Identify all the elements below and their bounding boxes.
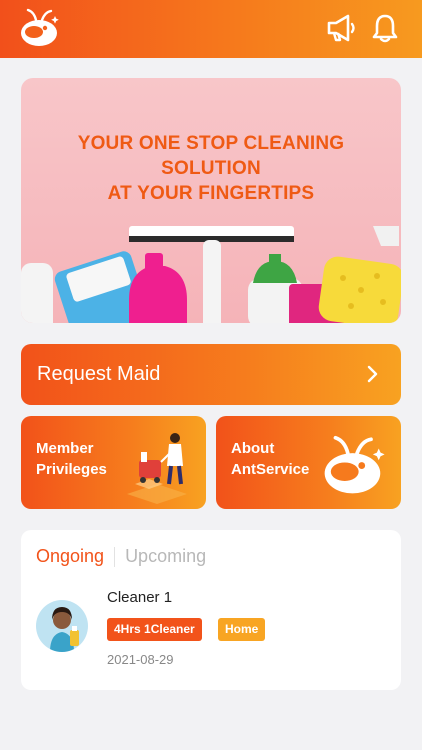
duration-badge: 4Hrs 1Cleaner xyxy=(107,618,202,641)
tile-label-line1: About xyxy=(231,440,275,457)
tile-label-line2: AntService xyxy=(231,461,310,478)
request-maid-label: Request Maid xyxy=(37,363,161,385)
chevron-right-icon xyxy=(367,365,378,383)
banner-title: YOUR ONE STOP CLEANING SOLUTION AT YOUR … xyxy=(21,131,401,206)
cleaner-avatar-icon xyxy=(36,600,88,652)
cleaner-name: Cleaner 1 xyxy=(107,589,173,606)
order-date: 2021-08-29 xyxy=(107,652,174,667)
orders-tabs: Ongoing Upcoming xyxy=(36,546,206,567)
tab-divider xyxy=(114,546,116,567)
banner-title-line1: YOUR ONE STOP CLEANING SOLUTION xyxy=(77,133,345,179)
member-privileges-tile[interactable]: Member Privileges xyxy=(21,416,206,509)
request-maid-button[interactable]: Request Maid xyxy=(21,344,401,405)
app-header xyxy=(0,0,422,58)
service-type-badge: Home xyxy=(218,618,266,641)
tab-upcoming[interactable]: Upcoming xyxy=(125,546,206,567)
tab-ongoing[interactable]: Ongoing xyxy=(36,546,104,567)
tile-label: Member Privileges xyxy=(36,438,126,480)
cleaner-illustration xyxy=(127,433,187,504)
ant-logo-icon xyxy=(324,435,385,494)
about-antservice-tile[interactable]: About AntService xyxy=(216,416,401,509)
tile-label-line2: Privileges xyxy=(36,461,107,478)
avatar xyxy=(36,600,88,652)
banner-title-line2: AT YOUR FINGERTIPS xyxy=(107,183,315,204)
megaphone-icon[interactable] xyxy=(325,12,359,44)
tile-label: About AntService xyxy=(231,438,321,480)
ant-logo-icon[interactable] xyxy=(18,6,62,50)
promo-banner[interactable]: YOUR ONE STOP CLEANING SOLUTION AT YOUR … xyxy=(21,78,401,323)
bell-icon[interactable] xyxy=(368,12,402,44)
tile-label-line1: Member xyxy=(36,440,94,457)
orders-card: Ongoing Upcoming Cleaner 1 4Hrs 1Cleaner… xyxy=(21,530,401,690)
